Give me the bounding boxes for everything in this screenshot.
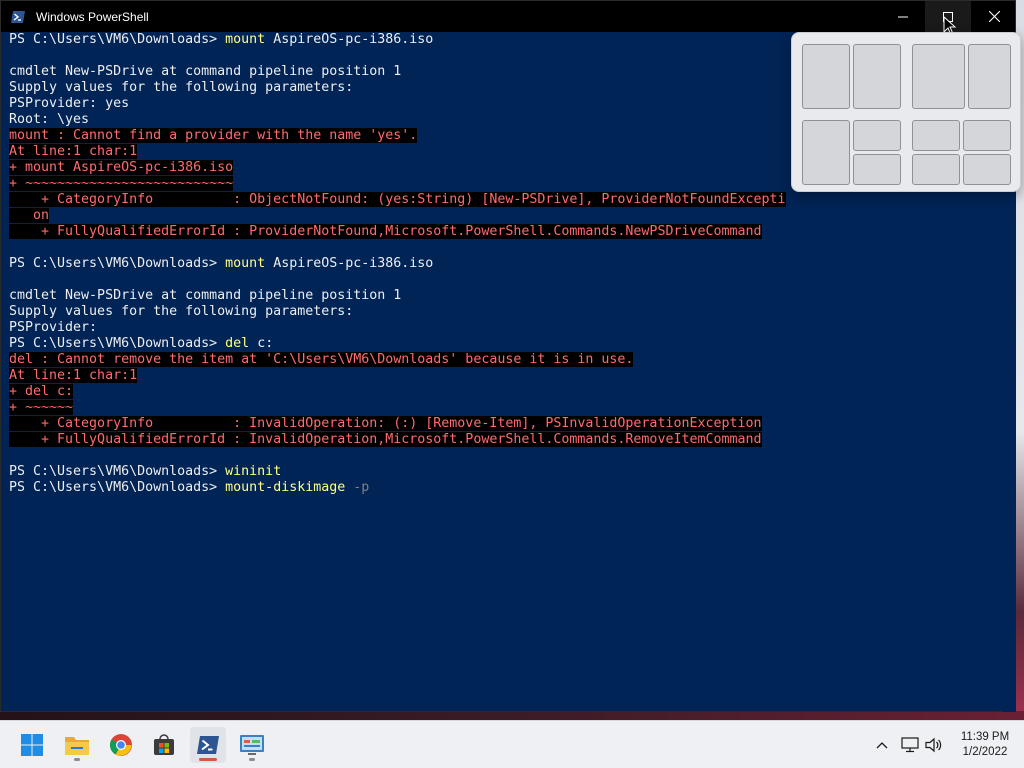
clock-date: 1/2/2022	[962, 746, 1008, 758]
terminal-line: on	[9, 208, 1004, 224]
snap-zone[interactable]	[912, 154, 960, 185]
snap-layout-three-left-tall[interactable]	[802, 120, 901, 185]
taskbar-powershell[interactable]	[190, 727, 226, 763]
snap-zone[interactable]	[802, 120, 850, 185]
snap-zone[interactable]	[853, 44, 901, 109]
chrome-icon	[110, 734, 132, 756]
clock-time: 11:39 PM	[960, 731, 1010, 743]
snap-zone[interactable]	[963, 154, 1011, 185]
terminal-line: At line:1 char:1	[9, 368, 1004, 384]
terminal-line: + CategoryInfo : InvalidOperation: (:) […	[9, 416, 1004, 432]
command-parameter: -p	[345, 480, 370, 495]
terminal-line: + FullyQualifiedErrorId : ProviderNotFou…	[9, 224, 1004, 240]
command-text: del	[225, 336, 250, 351]
error-text: + FullyQualifiedErrorId : ProviderNotFou…	[9, 224, 762, 239]
windows-logo-icon	[21, 734, 43, 756]
prompt-text: PS C:\Users\VM6\Downloads>	[9, 464, 226, 479]
taskbar-control-panel[interactable]	[234, 727, 270, 763]
snap-layouts-flyout	[791, 32, 1021, 192]
snap-zone[interactable]	[912, 120, 960, 151]
volume-icon	[925, 737, 942, 753]
error-text: At line:1 char:1	[9, 368, 138, 383]
powershell-icon	[11, 10, 25, 23]
snap-layout-four-grid[interactable]	[912, 120, 1011, 185]
network-icon	[901, 737, 919, 753]
desktop-background-bottom	[0, 711, 1024, 720]
prompt-text: PS C:\Users\VM6\Downloads>	[9, 480, 226, 495]
close-icon	[988, 11, 1000, 22]
command-args: AspireOS-pc-i386.iso	[265, 32, 434, 47]
error-text: + ~~~~~~	[9, 400, 74, 415]
command-text: mount-diskimage	[225, 480, 346, 495]
terminal-line: + ~~~~~~	[9, 400, 1004, 416]
error-text: + FullyQualifiedErrorId : InvalidOperati…	[9, 432, 762, 447]
terminal-line: PS C:\Users\VM6\Downloads> wininit	[9, 464, 1004, 480]
prompt-text: PS C:\Users\VM6\Downloads>	[9, 32, 226, 47]
snap-zone[interactable]	[968, 44, 1011, 109]
terminal-line: PS C:\Users\VM6\Downloads> del c:	[9, 336, 1004, 352]
error-text: + ~~~~~~~~~~~~~~~~~~~~~~~~~~	[9, 176, 234, 191]
prompt-text: PS C:\Users\VM6\Downloads>	[9, 256, 226, 271]
minimize-button[interactable]	[880, 1, 926, 32]
error-text: At line:1 char:1	[9, 144, 138, 159]
terminal-line: Supply values for the following paramete…	[9, 304, 354, 319]
error-text: + mount AspireOS-pc-i386.iso	[9, 160, 234, 175]
taskbar-file-explorer[interactable]	[59, 727, 95, 763]
folder-icon	[65, 737, 89, 755]
prompt-text: PS C:\Users\VM6\Downloads>	[9, 336, 226, 351]
command-text: mount	[225, 32, 266, 47]
terminal-line: PS C:\Users\VM6\Downloads> mount AspireO…	[9, 256, 1004, 272]
window-title: Windows PowerShell	[36, 9, 149, 24]
terminal-line: + CategoryInfo : ObjectNotFound: (yes:St…	[9, 192, 1004, 208]
taskbar-microsoft-store[interactable]	[146, 727, 182, 763]
store-icon	[154, 734, 174, 755]
show-hidden-icons-button[interactable]	[866, 727, 898, 763]
close-button[interactable]	[971, 1, 1017, 32]
command-args: AspireOS-pc-i386.iso	[265, 256, 434, 271]
volume-button[interactable]	[920, 727, 948, 763]
chevron-up-icon	[876, 742, 888, 749]
terminal-line: del : Cannot remove the item at 'C:\User…	[9, 352, 1004, 368]
snap-layout-two-equal[interactable]	[802, 44, 901, 109]
minimize-icon	[898, 16, 908, 17]
snap-zone[interactable]	[802, 44, 850, 109]
taskbar: 11:39 PM 1/2/2022	[0, 720, 1024, 768]
error-text: del : Cannot remove the item at 'C:\User…	[9, 352, 634, 367]
terminal-line: + del c:	[9, 384, 1004, 400]
command-text: mount	[225, 256, 266, 271]
terminal-line: + FullyQualifiedErrorId : InvalidOperati…	[9, 432, 1004, 448]
error-text: + CategoryInfo : ObjectNotFound: (yes:St…	[9, 192, 786, 207]
terminal-line: cmdlet New-PSDrive at command pipeline p…	[9, 288, 402, 303]
snap-zone[interactable]	[853, 154, 901, 185]
snap-zone[interactable]	[912, 44, 965, 109]
error-text: + del c:	[9, 384, 74, 399]
error-text: on	[9, 208, 50, 223]
title-bar[interactable]: Windows PowerShell	[1, 1, 1015, 32]
snap-zone[interactable]	[853, 120, 901, 151]
control-panel-icon	[240, 735, 264, 755]
command-args: c:	[249, 336, 274, 351]
error-text: mount : Cannot find a provider with the …	[9, 128, 418, 143]
active-indicator	[199, 758, 217, 761]
snap-layout-two-wide-narrow[interactable]	[912, 44, 1011, 109]
error-text: + CategoryInfo : InvalidOperation: (:) […	[9, 416, 762, 431]
taskbar-chrome[interactable]	[103, 727, 139, 763]
running-indicator	[74, 758, 80, 761]
running-indicator	[249, 758, 255, 761]
command-text: wininit	[225, 464, 282, 479]
terminal-line: PSProvider:	[9, 320, 98, 335]
snap-zone[interactable]	[963, 120, 1011, 151]
start-button[interactable]	[14, 727, 50, 763]
clock[interactable]: 11:39 PM 1/2/2022	[952, 730, 1018, 760]
terminal-line: PS C:\Users\VM6\Downloads> mount-diskima…	[9, 480, 1004, 496]
powershell-icon	[197, 736, 219, 754]
